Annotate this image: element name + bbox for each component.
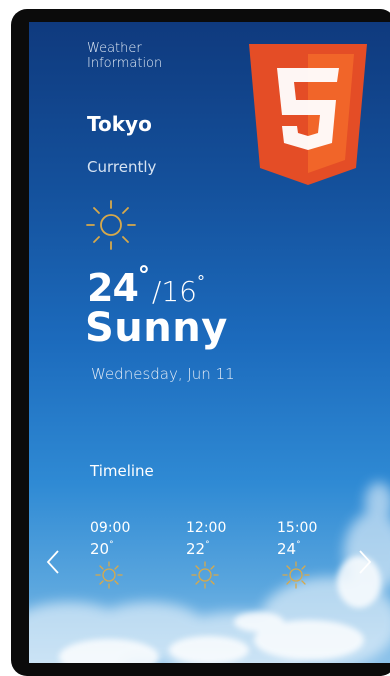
weather-condition: Sunny (85, 305, 228, 351)
timeline-heading: Timeline (90, 462, 154, 480)
chevron-right-icon (359, 550, 372, 574)
timeline-temp: 20° (90, 540, 114, 558)
currently-label: Currently (87, 158, 157, 176)
temp-high: 24 (87, 266, 139, 310)
timeline-next-button[interactable] (353, 546, 377, 578)
city-name: Tokyo (87, 112, 152, 136)
timeline-temp: 24° (277, 540, 301, 558)
timeline-time: 15:00 (277, 520, 318, 536)
temp-low-degree: ° (196, 272, 205, 291)
temp-high-degree: ° (137, 261, 150, 289)
sun-icon (282, 561, 310, 589)
html5-logo-icon (249, 44, 367, 185)
chevron-left-icon (46, 550, 59, 574)
weather-screen: Weather Information Tokyo Currently 24°/… (29, 22, 390, 663)
sun-icon (191, 561, 219, 589)
temp-low: 16 (161, 275, 197, 308)
timeline-time: 09:00 (90, 520, 131, 536)
temp-separator: / (151, 275, 162, 308)
timeline-item[interactable]: 12:00 22° (186, 520, 256, 589)
app-title: Weather Information (87, 41, 163, 71)
timeline-prev-button[interactable] (41, 546, 65, 578)
timeline-item[interactable]: 15:00 24° (277, 520, 347, 589)
sun-icon (95, 561, 123, 589)
sun-icon (86, 200, 136, 250)
temperature-range: 24°/16° (87, 261, 205, 310)
current-date: Wednesday, Jun 11 (91, 365, 235, 383)
timeline-time: 12:00 (186, 520, 227, 536)
timeline-temp: 22° (186, 540, 210, 558)
timeline-item[interactable]: 09:00 20° (90, 520, 160, 589)
